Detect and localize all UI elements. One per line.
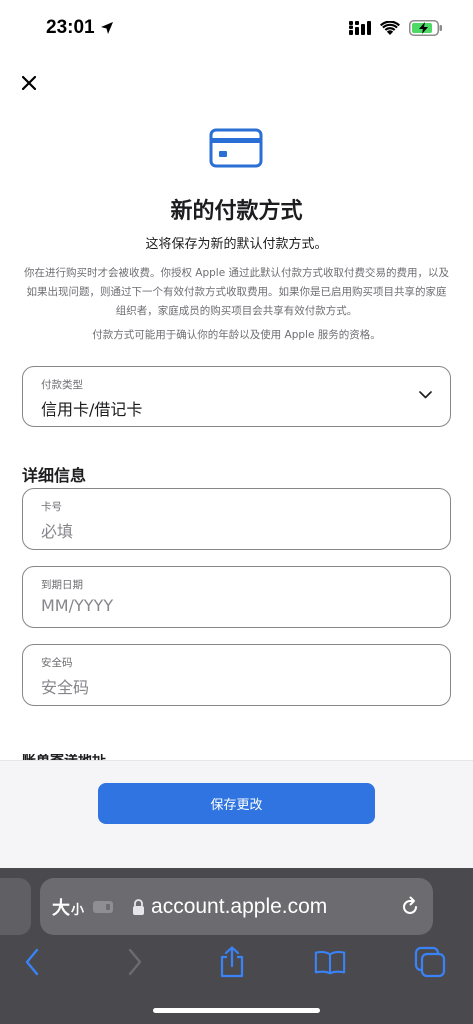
text-size-button[interactable]: 大小 (52, 894, 84, 920)
chevron-right-icon (128, 948, 142, 976)
close-button[interactable] (18, 72, 40, 94)
payment-type-label: 付款类型 (41, 379, 83, 391)
browser-toolbar (0, 940, 473, 984)
save-changes-button[interactable]: 保存更改 (98, 783, 375, 824)
extension-icon[interactable] (92, 899, 114, 915)
status-time: 23:01 (46, 17, 114, 39)
payment-type-value: 信用卡/借记卡 (41, 400, 143, 419)
home-indicator (153, 1008, 320, 1013)
age-notice: 付款方式可能用于确认你的年龄以及使用 Apple 服务的资格。 (92, 329, 381, 341)
expiry-date-label: 到期日期 (41, 579, 83, 591)
address-bar[interactable]: 大小 account.apple.com (40, 878, 433, 935)
card-number-label: 卡号 (41, 501, 62, 513)
status-indicators (349, 20, 443, 36)
back-button[interactable] (16, 946, 48, 978)
url-text: account.apple.com (151, 894, 328, 918)
share-icon (220, 946, 244, 978)
battery-charging-icon (409, 20, 442, 36)
charge-disclaimer: 你在进行购买时才会被收费。你授权 Apple 通过此默认付款方式收取付费交易的费… (23, 267, 450, 317)
wifi-icon (380, 20, 400, 35)
location-arrow-icon (100, 22, 113, 34)
forward-button[interactable] (119, 946, 151, 978)
chevron-down-icon (419, 391, 432, 399)
page-subtitle: 这将保存为新的默认付款方式。 (145, 237, 328, 252)
page-title: 新的付款方式 (170, 199, 303, 224)
status-bar: 23:01 (0, 0, 473, 56)
expiry-date-field[interactable]: 到期日期 MM/YYYY (22, 566, 451, 628)
previous-tab-preview[interactable] (0, 878, 31, 935)
expiry-date-placeholder: MM/YYYY (41, 596, 114, 615)
card-number-placeholder: 必填 (41, 522, 74, 541)
book-icon (314, 950, 346, 975)
chevron-left-icon (25, 948, 39, 976)
payment-type-select[interactable]: 付款类型 信用卡/借记卡 (22, 366, 451, 427)
reload-icon[interactable] (399, 896, 421, 918)
bookmarks-button[interactable] (314, 946, 346, 978)
close-icon (22, 76, 36, 90)
details-heading: 详细信息 (22, 466, 87, 485)
card-number-field[interactable]: 卡号 必填 (22, 488, 451, 550)
credit-card-icon (209, 128, 263, 172)
tabs-button[interactable] (414, 946, 446, 978)
security-code-label: 安全码 (41, 657, 73, 669)
lock-icon (133, 898, 145, 915)
share-button[interactable] (216, 946, 248, 978)
security-code-field[interactable]: 安全码 安全码 (22, 644, 451, 706)
cellular-signal-icon (349, 21, 371, 35)
tabs-icon (414, 946, 446, 978)
security-code-placeholder: 安全码 (41, 678, 90, 697)
